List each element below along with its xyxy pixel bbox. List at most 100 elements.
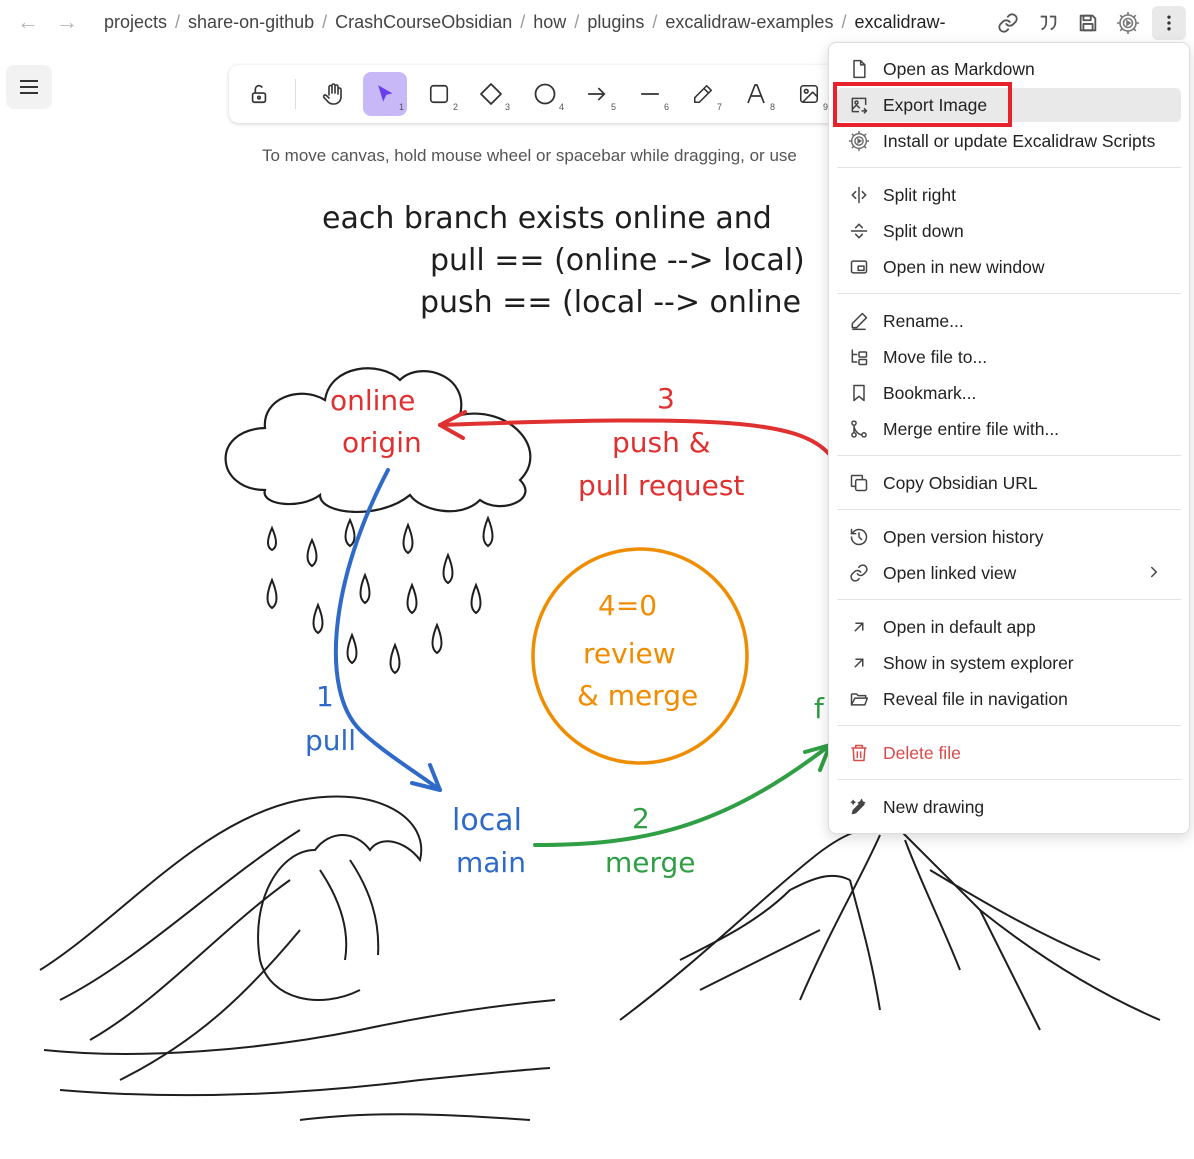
- shortcut-key: 8: [769, 102, 775, 112]
- shortcut-key: 6: [663, 102, 669, 112]
- menu-item-rename[interactable]: Rename...: [837, 304, 1181, 338]
- breadcrumb-item[interactable]: plugins: [587, 12, 644, 33]
- menu-item-reveal-file[interactable]: Reveal file in navigation: [837, 682, 1181, 716]
- menu-item-label: Copy Obsidian URL: [883, 472, 1038, 493]
- chevron-right-icon: [1145, 561, 1163, 588]
- shortcut-key: 4: [558, 102, 564, 112]
- hand-tool-button[interactable]: [311, 72, 355, 116]
- line-tool-button[interactable]: 6: [628, 72, 672, 116]
- excalidraw-settings-icon[interactable]: [1111, 6, 1145, 40]
- pull-label: pull: [305, 724, 356, 757]
- push-label: pull request: [578, 469, 744, 502]
- pencil-icon: [847, 309, 871, 333]
- menu-separator: [837, 293, 1181, 294]
- breadcrumb-current[interactable]: excalidraw-: [854, 12, 945, 33]
- arrow-up-right-icon: [847, 615, 871, 639]
- cloud-label: origin: [342, 426, 422, 459]
- shortcut-key: 2: [452, 102, 458, 112]
- text-tool-button[interactable]: 8: [734, 72, 778, 116]
- merge-number: 2: [632, 802, 650, 835]
- image-tool-button[interactable]: 9: [787, 72, 831, 116]
- unlock-icon: [251, 84, 267, 104]
- menu-item-open-default-app[interactable]: Open in default app: [837, 610, 1181, 644]
- menu-item-label: Open in default app: [883, 616, 1036, 637]
- cursor-arrow-icon: [378, 85, 393, 102]
- breadcrumb-separator: /: [520, 12, 526, 32]
- menu-item-version-history[interactable]: Open version history: [837, 520, 1181, 554]
- menu-item-label: Rename...: [883, 310, 964, 331]
- back-arrow-icon[interactable]: ←: [14, 8, 42, 36]
- breadcrumb: projects / share-on-github / CrashCourseObsi…: [104, 12, 972, 33]
- diamond-tool-button[interactable]: 3: [469, 72, 513, 116]
- breadcrumb-separator: /: [841, 12, 847, 32]
- link-icon[interactable]: [991, 6, 1025, 40]
- breadcrumb-item[interactable]: CrashCourseObsidian: [335, 12, 512, 33]
- git-merge-icon: [847, 417, 871, 441]
- menu-item-install-scripts[interactable]: Install or update Excalidraw Scripts: [837, 124, 1181, 158]
- split-right-icon: [847, 183, 871, 207]
- breadcrumb-separator: /: [652, 12, 658, 32]
- menu-item-label: Install or update Excalidraw Scripts: [883, 130, 1156, 151]
- circle-label: & merge: [577, 679, 698, 712]
- menu-item-label: Split down: [883, 220, 964, 241]
- menu-item-label: Open version history: [883, 526, 1044, 547]
- rectangle-tool-button[interactable]: 2: [417, 72, 461, 116]
- menu-item-label: New drawing: [883, 796, 985, 817]
- new-drawing-icon: [847, 795, 871, 819]
- text-a-icon: [747, 84, 765, 104]
- breadcrumb-item[interactable]: share-on-github: [188, 12, 314, 33]
- menu-item-open-as-markdown[interactable]: Open as Markdown: [837, 52, 1181, 86]
- wave-sketch: [39, 795, 556, 1121]
- menu-item-open-new-window[interactable]: Open in new window: [837, 250, 1181, 284]
- arrow-tool-button[interactable]: 5: [575, 72, 619, 116]
- breadcrumb-item[interactable]: projects: [104, 12, 167, 33]
- cloud-label: online: [330, 384, 415, 417]
- menu-separator: [837, 455, 1181, 456]
- copy-icon: [847, 471, 871, 495]
- folder-open-icon: [847, 687, 871, 711]
- diamond-icon: [480, 83, 502, 105]
- menu-item-label: Open linked view: [883, 562, 1017, 583]
- menu-item-label: Merge entire file with...: [883, 418, 1060, 439]
- draw-tool-button[interactable]: 7: [681, 72, 725, 116]
- menu-item-split-down[interactable]: Split down: [837, 214, 1181, 248]
- breadcrumb-item[interactable]: how: [533, 12, 566, 33]
- local-label: main: [456, 846, 526, 879]
- menu-item-copy-url[interactable]: Copy Obsidian URL: [837, 466, 1181, 500]
- pencil-icon: [693, 84, 713, 104]
- top-bar: ← → projects / share-on-github / CrashCourse…: [0, 0, 1194, 46]
- shortcut-key: 1: [398, 102, 404, 112]
- rain-drops: [266, 515, 494, 675]
- selection-tool-button[interactable]: 1: [363, 72, 407, 116]
- menu-item-system-explorer[interactable]: Show in system explorer: [837, 646, 1181, 680]
- folder-tree-icon: [847, 345, 871, 369]
- breadcrumb-separator: /: [322, 12, 328, 32]
- menu-item-label: Bookmark...: [883, 382, 977, 403]
- menu-item-label: Split right: [883, 184, 956, 205]
- menu-item-label: Delete file: [883, 742, 961, 763]
- circle-label: 4=0: [598, 589, 657, 622]
- menu-item-bookmark[interactable]: Bookmark...: [837, 376, 1181, 410]
- menu-item-label: Open as Markdown: [883, 58, 1035, 79]
- excalidraw-toolbar: 1 2 3 4 5 6 7 8 9: [229, 65, 849, 123]
- merge-label: merge: [605, 846, 696, 879]
- arrow-right-icon: [587, 87, 606, 101]
- menu-item-new-drawing[interactable]: New drawing: [837, 790, 1181, 824]
- menu-item-linked-view[interactable]: Open linked view: [837, 556, 1181, 590]
- save-icon[interactable]: [1071, 6, 1105, 40]
- shortcut-key: 3: [504, 102, 510, 112]
- menu-item-move-file[interactable]: Move file to...: [837, 340, 1181, 374]
- menu-item-delete-file[interactable]: Delete file: [837, 736, 1181, 770]
- menu-item-merge-file[interactable]: Merge entire file with...: [837, 412, 1181, 446]
- ellipse-tool-button[interactable]: 4: [523, 72, 567, 116]
- sidebar-toggle-button[interactable]: [6, 65, 52, 109]
- forward-arrow-icon[interactable]: →: [53, 8, 81, 36]
- quote-icon[interactable]: [1031, 6, 1065, 40]
- lock-tool-button[interactable]: [237, 72, 281, 116]
- more-options-icon[interactable]: [1152, 6, 1186, 40]
- breadcrumb-item[interactable]: excalidraw-examples: [665, 12, 833, 33]
- menu-item-split-right[interactable]: Split right: [837, 178, 1181, 212]
- annotation-highlight-box: [833, 82, 1012, 127]
- menu-separator: [837, 509, 1181, 510]
- menu-separator: [837, 779, 1181, 780]
